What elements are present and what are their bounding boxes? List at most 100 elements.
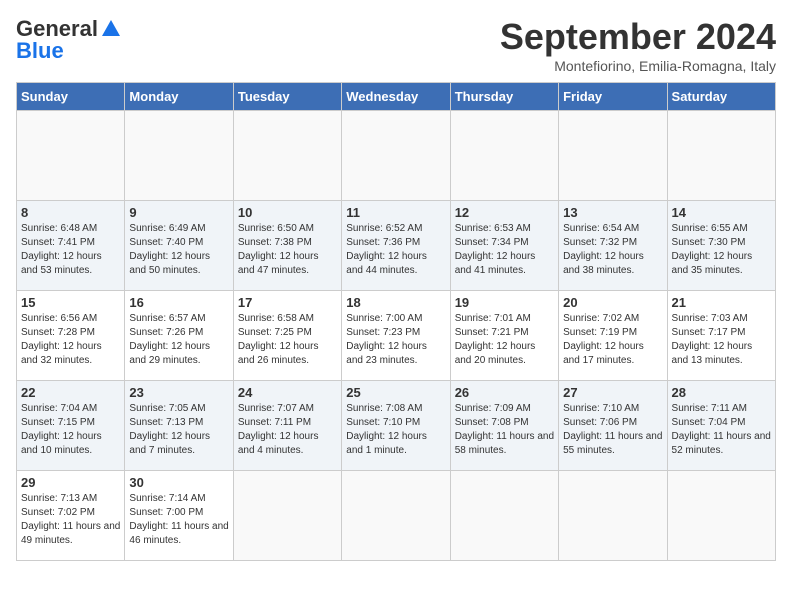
calendar-table: Sunday Monday Tuesday Wednesday Thursday…	[16, 82, 776, 561]
table-row	[17, 111, 125, 201]
table-row: 15 Sunrise: 6:56 AM Sunset: 7:28 PM Dayli…	[17, 291, 125, 381]
table-row: 8 Sunrise: 6:48 AM Sunset: 7:41 PM Daylig…	[17, 201, 125, 291]
day-info: Sunrise: 6:50 AM Sunset: 7:38 PM Dayligh…	[238, 222, 337, 278]
day-number: 15	[21, 295, 120, 310]
day-info: Sunrise: 7:14 AM Sunset: 7:00 PM Dayligh…	[129, 492, 228, 548]
table-row: 18 Sunrise: 7:00 AM Sunset: 7:23 PM Dayli…	[342, 291, 450, 381]
day-info: Sunrise: 6:52 AM Sunset: 7:36 PM Dayligh…	[346, 222, 445, 278]
day-info: Sunrise: 7:04 AM Sunset: 7:15 PM Dayligh…	[21, 402, 120, 458]
table-row	[125, 111, 233, 201]
table-row	[450, 111, 558, 201]
logo-icon	[100, 18, 122, 40]
calendar-week-3: 22 Sunrise: 7:04 AM Sunset: 7:15 PM Dayli…	[17, 381, 776, 471]
day-info: Sunrise: 7:10 AM Sunset: 7:06 PM Dayligh…	[563, 402, 662, 458]
day-info: Sunrise: 7:08 AM Sunset: 7:10 PM Dayligh…	[346, 402, 445, 458]
day-info: Sunrise: 7:13 AM Sunset: 7:02 PM Dayligh…	[21, 492, 120, 548]
day-number: 29	[21, 475, 120, 490]
table-row: 10 Sunrise: 6:50 AM Sunset: 7:38 PM Dayli…	[233, 201, 341, 291]
table-row	[233, 471, 341, 561]
table-row: 16 Sunrise: 6:57 AM Sunset: 7:26 PM Dayli…	[125, 291, 233, 381]
calendar-week-1: 8 Sunrise: 6:48 AM Sunset: 7:41 PM Daylig…	[17, 201, 776, 291]
day-number: 28	[672, 385, 771, 400]
day-number: 20	[563, 295, 662, 310]
table-row: 23 Sunrise: 7:05 AM Sunset: 7:13 PM Dayli…	[125, 381, 233, 471]
header-friday: Friday	[559, 83, 667, 111]
day-info: Sunrise: 7:02 AM Sunset: 7:19 PM Dayligh…	[563, 312, 662, 368]
table-row: 21 Sunrise: 7:03 AM Sunset: 7:17 PM Dayli…	[667, 291, 775, 381]
day-info: Sunrise: 7:00 AM Sunset: 7:23 PM Dayligh…	[346, 312, 445, 368]
table-row	[667, 471, 775, 561]
table-row: 29 Sunrise: 7:13 AM Sunset: 7:02 PM Dayli…	[17, 471, 125, 561]
table-row: 26 Sunrise: 7:09 AM Sunset: 7:08 PM Dayli…	[450, 381, 558, 471]
calendar-week-4: 29 Sunrise: 7:13 AM Sunset: 7:02 PM Dayli…	[17, 471, 776, 561]
day-info: Sunrise: 6:49 AM Sunset: 7:40 PM Dayligh…	[129, 222, 228, 278]
day-number: 8	[21, 205, 120, 220]
header-thursday: Thursday	[450, 83, 558, 111]
table-row	[450, 471, 558, 561]
day-info: Sunrise: 6:53 AM Sunset: 7:34 PM Dayligh…	[455, 222, 554, 278]
header-saturday: Saturday	[667, 83, 775, 111]
day-info: Sunrise: 6:48 AM Sunset: 7:41 PM Dayligh…	[21, 222, 120, 278]
table-row: 28 Sunrise: 7:11 AM Sunset: 7:04 PM Dayli…	[667, 381, 775, 471]
table-row	[342, 111, 450, 201]
day-number: 11	[346, 205, 445, 220]
day-number: 26	[455, 385, 554, 400]
day-info: Sunrise: 6:57 AM Sunset: 7:26 PM Dayligh…	[129, 312, 228, 368]
table-row: 17 Sunrise: 6:58 AM Sunset: 7:25 PM Dayli…	[233, 291, 341, 381]
table-row: 13 Sunrise: 6:54 AM Sunset: 7:32 PM Dayli…	[559, 201, 667, 291]
table-row: 20 Sunrise: 7:02 AM Sunset: 7:19 PM Dayli…	[559, 291, 667, 381]
header-wednesday: Wednesday	[342, 83, 450, 111]
day-info: Sunrise: 7:03 AM Sunset: 7:17 PM Dayligh…	[672, 312, 771, 368]
header-monday: Monday	[125, 83, 233, 111]
day-info: Sunrise: 6:54 AM Sunset: 7:32 PM Dayligh…	[563, 222, 662, 278]
day-number: 12	[455, 205, 554, 220]
table-row	[559, 111, 667, 201]
day-number: 10	[238, 205, 337, 220]
table-row	[559, 471, 667, 561]
day-number: 24	[238, 385, 337, 400]
day-number: 9	[129, 205, 228, 220]
table-row: 11 Sunrise: 6:52 AM Sunset: 7:36 PM Dayli…	[342, 201, 450, 291]
table-row: 14 Sunrise: 6:55 AM Sunset: 7:30 PM Dayli…	[667, 201, 775, 291]
day-info: Sunrise: 7:09 AM Sunset: 7:08 PM Dayligh…	[455, 402, 554, 458]
day-info: Sunrise: 6:56 AM Sunset: 7:28 PM Dayligh…	[21, 312, 120, 368]
logo-text-blue: Blue	[16, 38, 64, 64]
day-number: 27	[563, 385, 662, 400]
table-row	[667, 111, 775, 201]
day-number: 30	[129, 475, 228, 490]
calendar-week-2: 15 Sunrise: 6:56 AM Sunset: 7:28 PM Dayli…	[17, 291, 776, 381]
day-number: 14	[672, 205, 771, 220]
day-number: 19	[455, 295, 554, 310]
table-row: 19 Sunrise: 7:01 AM Sunset: 7:21 PM Dayli…	[450, 291, 558, 381]
day-info: Sunrise: 6:58 AM Sunset: 7:25 PM Dayligh…	[238, 312, 337, 368]
page-header: General Blue September 2024 Montefiorino…	[16, 16, 776, 74]
table-row: 24 Sunrise: 7:07 AM Sunset: 7:11 PM Dayli…	[233, 381, 341, 471]
day-number: 25	[346, 385, 445, 400]
day-number: 21	[672, 295, 771, 310]
location-subtitle: Montefiorino, Emilia-Romagna, Italy	[500, 58, 776, 74]
day-number: 13	[563, 205, 662, 220]
day-number: 17	[238, 295, 337, 310]
day-info: Sunrise: 7:07 AM Sunset: 7:11 PM Dayligh…	[238, 402, 337, 458]
table-row: 12 Sunrise: 6:53 AM Sunset: 7:34 PM Dayli…	[450, 201, 558, 291]
title-area: September 2024 Montefiorino, Emilia-Roma…	[500, 16, 776, 74]
day-info: Sunrise: 7:05 AM Sunset: 7:13 PM Dayligh…	[129, 402, 228, 458]
calendar-header-row: Sunday Monday Tuesday Wednesday Thursday…	[17, 83, 776, 111]
day-info: Sunrise: 7:01 AM Sunset: 7:21 PM Dayligh…	[455, 312, 554, 368]
table-row: 27 Sunrise: 7:10 AM Sunset: 7:06 PM Dayli…	[559, 381, 667, 471]
day-number: 16	[129, 295, 228, 310]
table-row	[233, 111, 341, 201]
day-info: Sunrise: 6:55 AM Sunset: 7:30 PM Dayligh…	[672, 222, 771, 278]
calendar-week-0	[17, 111, 776, 201]
table-row: 9 Sunrise: 6:49 AM Sunset: 7:40 PM Daylig…	[125, 201, 233, 291]
header-tuesday: Tuesday	[233, 83, 341, 111]
header-sunday: Sunday	[17, 83, 125, 111]
day-info: Sunrise: 7:11 AM Sunset: 7:04 PM Dayligh…	[672, 402, 771, 458]
table-row	[342, 471, 450, 561]
day-number: 23	[129, 385, 228, 400]
month-title: September 2024	[500, 16, 776, 58]
day-number: 22	[21, 385, 120, 400]
table-row: 25 Sunrise: 7:08 AM Sunset: 7:10 PM Dayli…	[342, 381, 450, 471]
day-number: 18	[346, 295, 445, 310]
table-row: 30 Sunrise: 7:14 AM Sunset: 7:00 PM Dayli…	[125, 471, 233, 561]
